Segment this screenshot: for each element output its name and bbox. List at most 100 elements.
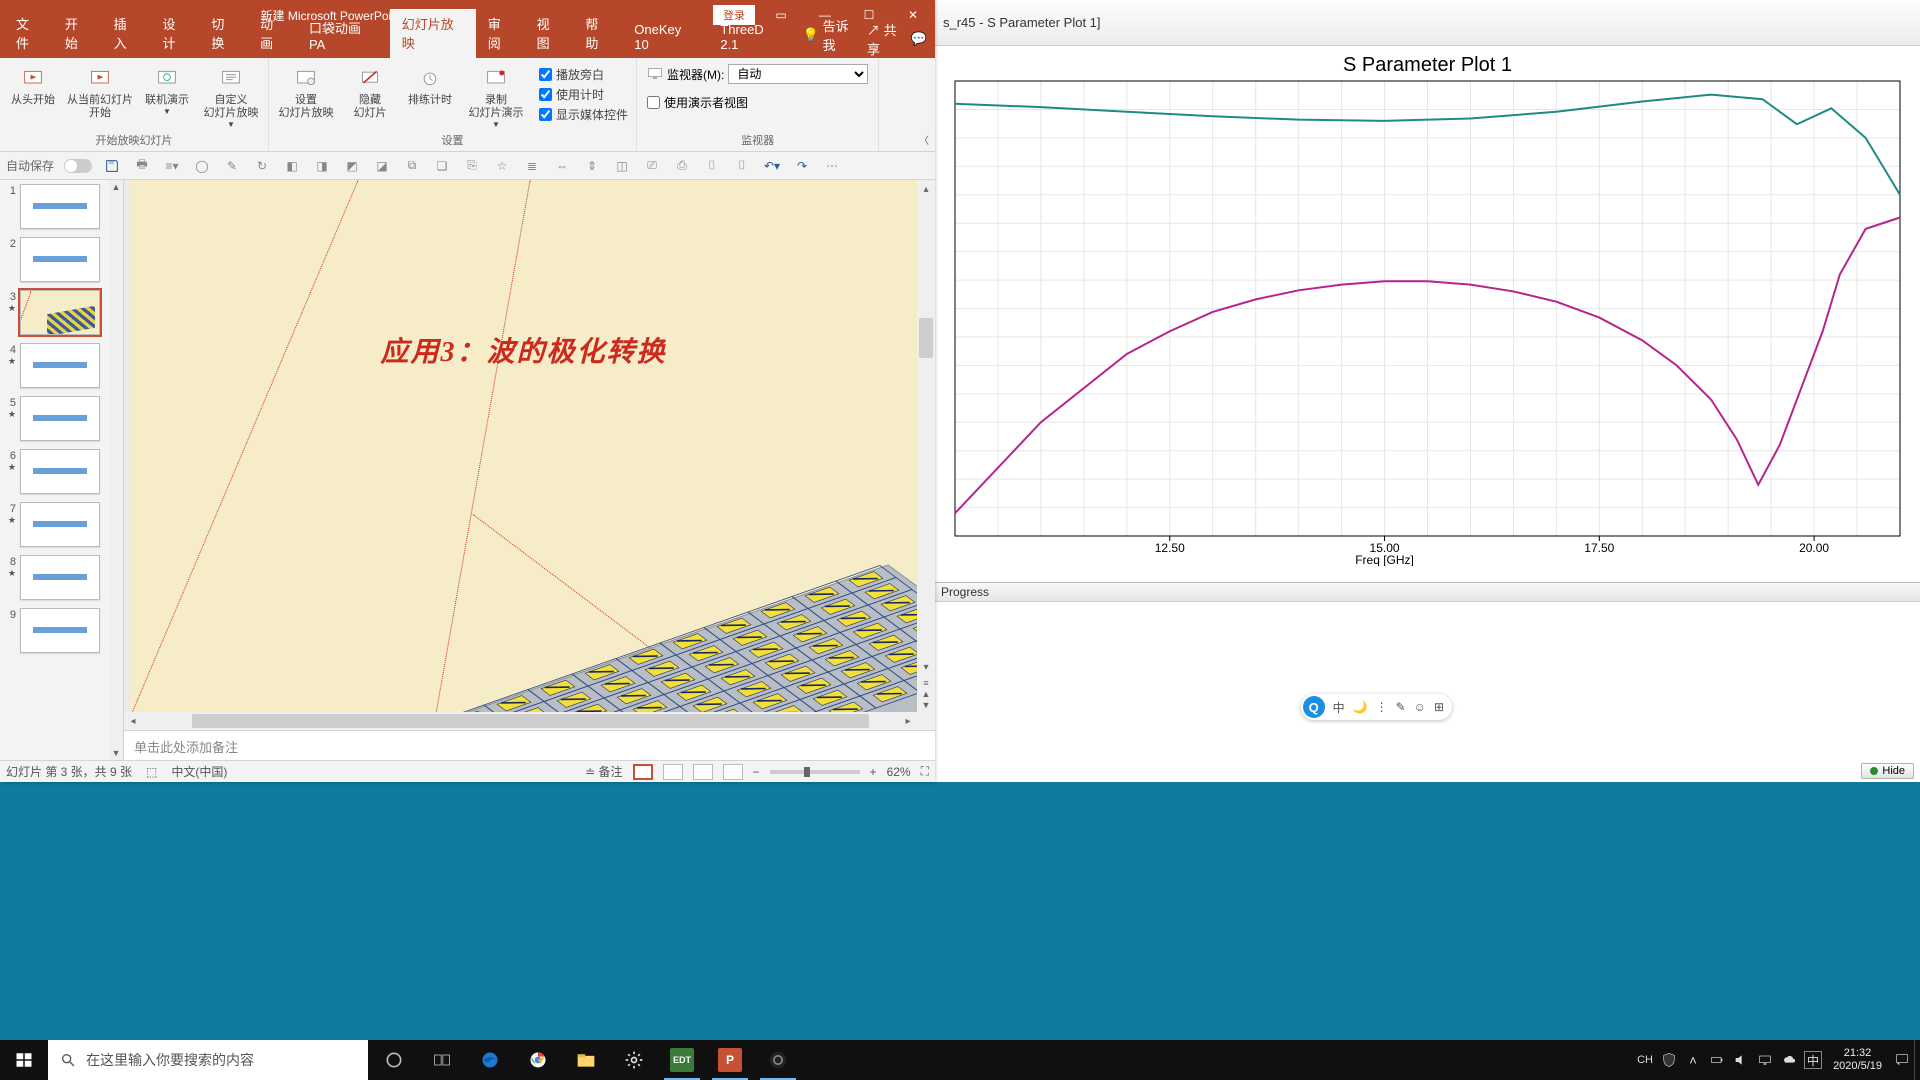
tray-overflow-icon[interactable]: ˄ bbox=[1681, 1040, 1705, 1080]
from-current-button[interactable]: 从当前幻灯片 开始 bbox=[64, 60, 136, 120]
autosave-toggle[interactable] bbox=[64, 159, 92, 173]
scroll-down-icon[interactable]: ▼ bbox=[109, 746, 123, 760]
ime-item[interactable]: ⊞ bbox=[1434, 700, 1444, 714]
use-timings-checkbox[interactable]: 使用计时 bbox=[539, 86, 628, 103]
ribbon-tab[interactable]: 口袋动画 PA bbox=[297, 13, 390, 58]
ime-logo-icon[interactable]: Q bbox=[1303, 696, 1325, 718]
zoom-out-icon[interactable]: − bbox=[753, 765, 760, 779]
slide-thumbnail[interactable]: 1 bbox=[0, 180, 109, 233]
collapse-ribbon-icon[interactable]: 〈 bbox=[919, 132, 929, 147]
normal-view-icon[interactable] bbox=[633, 764, 653, 780]
slide-thumbnail[interactable]: 8★ bbox=[0, 551, 109, 604]
taskbar-chrome-icon[interactable] bbox=[514, 1040, 562, 1080]
hfss-hide-button[interactable]: Hide bbox=[1861, 762, 1914, 780]
ime-item[interactable]: ✎ bbox=[1396, 700, 1406, 714]
slide-vertical-scrollbar[interactable]: ▴ ▾ ≡▲▼ bbox=[917, 180, 935, 712]
qat-layer-icon[interactable]: ❏ bbox=[432, 156, 452, 176]
thumbnail-scrollbar[interactable]: ▲ ▼ bbox=[109, 180, 123, 760]
slide-thumbnail[interactable]: 5★ bbox=[0, 392, 109, 445]
scroll-up-icon[interactable]: ▴ bbox=[917, 180, 935, 198]
qat-more-icon[interactable]: ⋯ bbox=[822, 156, 842, 176]
notes-pane[interactable]: 单击此处添加备注 bbox=[124, 730, 935, 760]
qat-group-icon[interactable]: ⧉ bbox=[402, 156, 422, 176]
qat-distV-icon[interactable]: ⇕ bbox=[582, 156, 602, 176]
status-access-icon[interactable]: ⬚ bbox=[146, 765, 157, 779]
record-slideshow-button[interactable]: 录制 幻灯片演示▼ bbox=[461, 60, 531, 130]
redo-icon[interactable]: ↷ bbox=[792, 156, 812, 176]
qat-rotate-icon[interactable]: ↻ bbox=[252, 156, 272, 176]
slide-thumbnail[interactable]: 3★ bbox=[0, 286, 109, 339]
tray-network-icon[interactable] bbox=[1753, 1040, 1777, 1080]
ime-toolbar[interactable]: Q 中 🌙 ⋮ ✎ ☺ ⊞ bbox=[1301, 694, 1452, 720]
tray-power-icon[interactable] bbox=[1705, 1040, 1729, 1080]
zoom-slider[interactable] bbox=[770, 770, 860, 774]
taskbar-powerpoint-icon[interactable]: P bbox=[706, 1040, 754, 1080]
tray-shield-icon[interactable] bbox=[1657, 1040, 1681, 1080]
hfss-plot-area[interactable]: S Parameter Plot 1 12.5015.0017.5020.00F… bbox=[935, 46, 1920, 582]
sorter-view-icon[interactable] bbox=[663, 764, 683, 780]
taskbar-search[interactable]: 在这里输入你要搜索的内容 bbox=[48, 1040, 368, 1080]
slide-title-text[interactable]: 应用3：波的极化转换 bbox=[380, 330, 666, 370]
fit-window-icon[interactable]: ⛶ bbox=[921, 764, 929, 779]
qat-lines-icon[interactable]: ≡▾ bbox=[162, 156, 182, 176]
present-online-button[interactable]: 联机演示▼ bbox=[138, 60, 196, 117]
slide-canvas[interactable]: 应用3：波的极化转换 ✥ bbox=[130, 180, 917, 712]
ribbon-tab[interactable]: 审阅 bbox=[476, 9, 525, 58]
tray-onedrive-icon[interactable] bbox=[1777, 1040, 1801, 1080]
taskbar-settings-icon[interactable] bbox=[610, 1040, 658, 1080]
qat-misc3-icon[interactable]: ⎙ bbox=[672, 156, 692, 176]
notes-toggle[interactable]: ≐ 备注 bbox=[585, 763, 622, 780]
slide-horizontal-scrollbar[interactable]: ◂ ▸ bbox=[124, 712, 917, 730]
qat-text-icon[interactable]: ≣ bbox=[522, 156, 542, 176]
share-button[interactable]: ↗ 共享 bbox=[867, 20, 907, 58]
ime-item[interactable]: 中 bbox=[1333, 699, 1345, 716]
reading-view-icon[interactable] bbox=[693, 764, 713, 780]
scroll-thumb[interactable] bbox=[919, 318, 933, 358]
presenter-view-checkbox[interactable]: 使用演示者视图 bbox=[641, 90, 754, 115]
hide-slide-button[interactable]: 隐藏 幻灯片 bbox=[341, 60, 399, 120]
qat-align-icon[interactable]: ⎘ bbox=[462, 156, 482, 176]
ribbon-tab[interactable]: 幻灯片放映 bbox=[390, 9, 476, 58]
qat-distH-icon[interactable]: ⇔ bbox=[552, 156, 572, 176]
save-icon[interactable] bbox=[102, 156, 122, 176]
qat-shape3-icon[interactable]: ◩ bbox=[342, 156, 362, 176]
ribbon-tab[interactable]: OneKey 10 bbox=[622, 17, 708, 58]
cortana-icon[interactable] bbox=[370, 1040, 418, 1080]
scroll-left-icon[interactable]: ◂ bbox=[124, 712, 142, 730]
zoom-in-icon[interactable]: + bbox=[870, 765, 877, 779]
qat-shape2-icon[interactable]: ◨ bbox=[312, 156, 332, 176]
ime-item[interactable]: ⋮ bbox=[1376, 700, 1388, 714]
ribbon-tab[interactable]: 设计 bbox=[150, 9, 199, 58]
scroll-up-icon[interactable]: ▲ bbox=[109, 180, 123, 194]
zoom-level[interactable]: 62% bbox=[887, 765, 911, 779]
from-beginning-button[interactable]: 从头开始 bbox=[4, 60, 62, 107]
slide-thumbnail[interactable]: 7★ bbox=[0, 498, 109, 551]
play-narration-checkbox[interactable]: 播放旁白 bbox=[539, 66, 628, 83]
metasurface-board[interactable] bbox=[278, 555, 917, 712]
qat-misc4-icon[interactable]: ⌷ bbox=[702, 156, 722, 176]
tray-lang[interactable]: CH bbox=[1633, 1040, 1657, 1080]
windows-taskbar[interactable]: 在这里输入你要搜索的内容 EDT P CH ˄ 中 21:32 2020/5/1… bbox=[0, 1040, 1920, 1080]
scroll-thumb[interactable] bbox=[192, 714, 869, 728]
tray-ime[interactable]: 中 bbox=[1804, 1051, 1822, 1069]
ribbon-tab[interactable]: 动画 bbox=[248, 9, 297, 58]
slide-thumbnail[interactable]: 9 bbox=[0, 604, 109, 657]
ribbon-tab[interactable]: 开始 bbox=[53, 9, 102, 58]
comments-icon[interactable]: 💬 bbox=[911, 31, 927, 47]
status-language[interactable]: 中文(中国) bbox=[171, 763, 227, 780]
tellme-search[interactable]: 💡告诉我 bbox=[794, 12, 867, 58]
qat-shape1-icon[interactable]: ◧ bbox=[282, 156, 302, 176]
qat-misc1-icon[interactable]: ◫ bbox=[612, 156, 632, 176]
setup-slideshow-button[interactable]: 设置 幻灯片放映 bbox=[273, 60, 339, 120]
slide-thumbnail[interactable]: 4★ bbox=[0, 339, 109, 392]
monitor-select[interactable]: 自动 bbox=[728, 64, 868, 84]
scroll-down-icon[interactable]: ▾ bbox=[917, 658, 935, 676]
ribbon-tab[interactable]: 插入 bbox=[102, 9, 151, 58]
qat-shape4-icon[interactable]: ◪ bbox=[372, 156, 392, 176]
qat-pen-icon[interactable]: ✎ bbox=[222, 156, 242, 176]
tray-clock[interactable]: 21:32 2020/5/19 bbox=[1825, 1047, 1890, 1072]
ribbon-tab[interactable]: 帮助 bbox=[573, 9, 622, 58]
scroll-right-icon[interactable]: ▸ bbox=[899, 712, 917, 730]
ribbon-tab[interactable]: 切换 bbox=[199, 9, 248, 58]
taskbar-obs-icon[interactable] bbox=[754, 1040, 802, 1080]
